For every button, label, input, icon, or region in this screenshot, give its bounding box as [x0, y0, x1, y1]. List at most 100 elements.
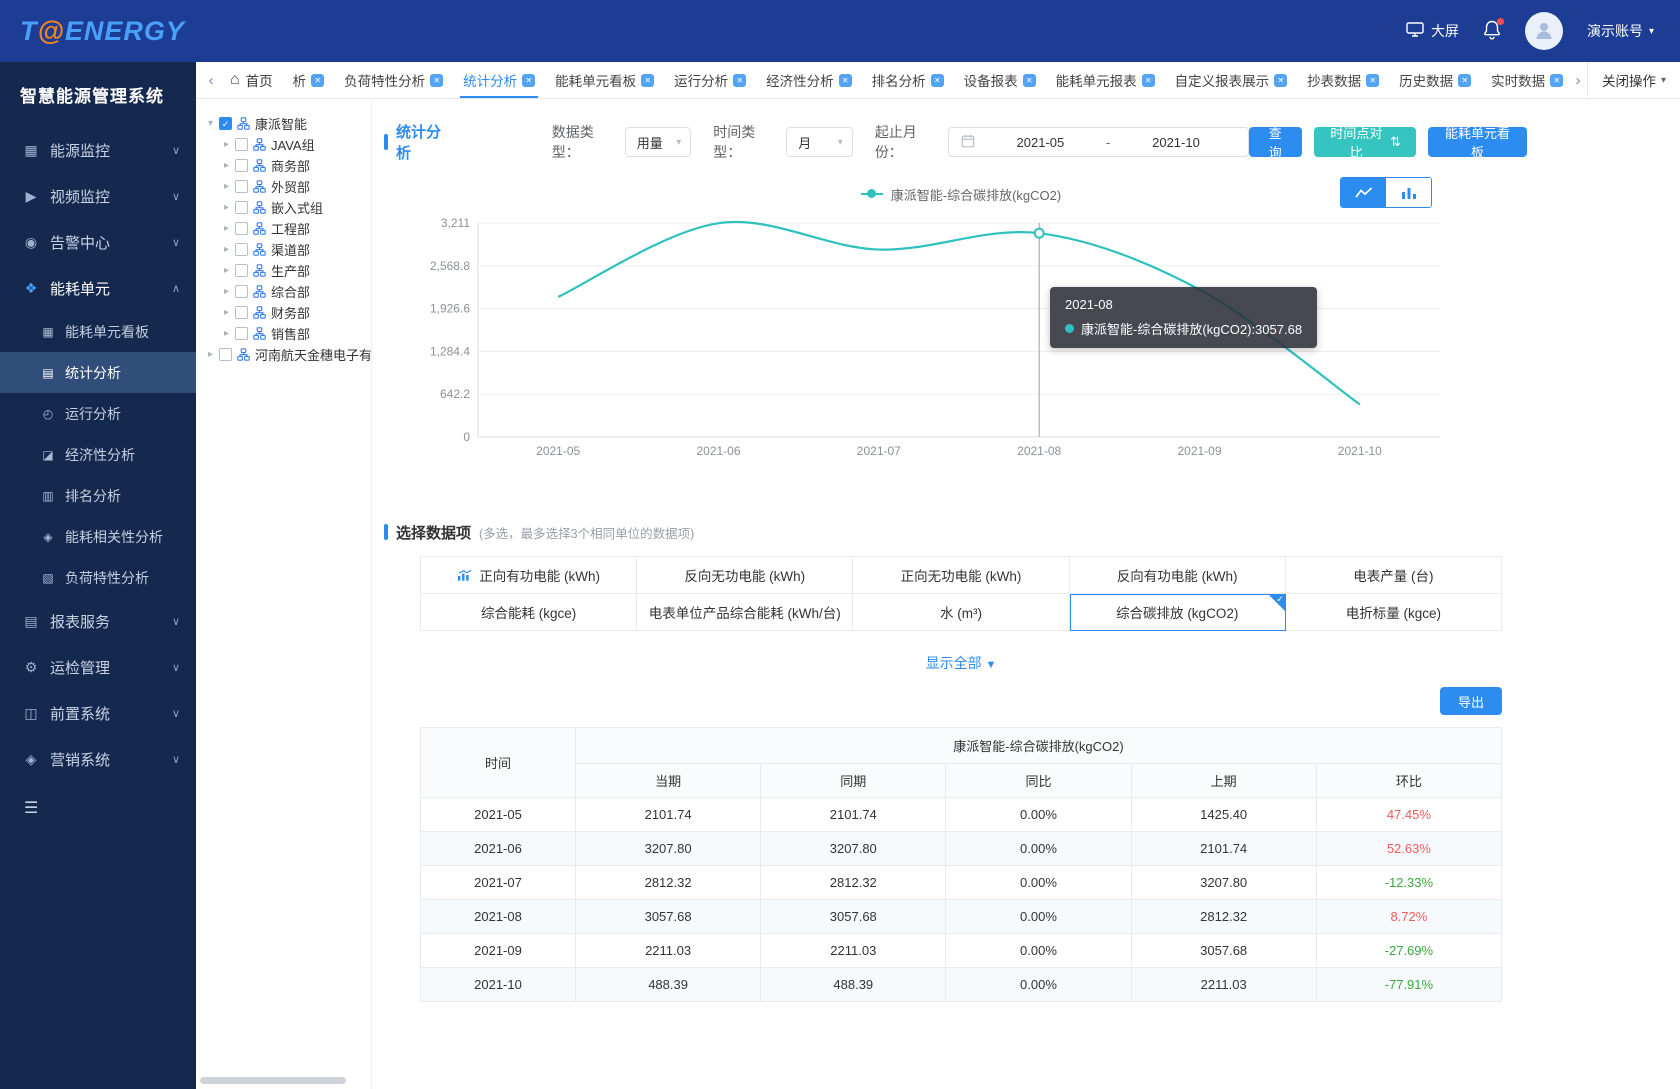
- tree-checkbox[interactable]: [235, 201, 248, 214]
- line-chart-button[interactable]: [1341, 178, 1386, 207]
- sidebar-subitem-stat-analysis[interactable]: ▤ 统计分析: [0, 352, 196, 393]
- tree-checkbox[interactable]: [235, 180, 248, 193]
- sidebar-item-front-system[interactable]: ◫ 前置系统 ∨: [0, 690, 196, 736]
- close-icon[interactable]: ✕: [430, 74, 443, 87]
- tab-custom-report[interactable]: 自定义报表展示 ✕: [1165, 62, 1298, 98]
- close-icon[interactable]: ✕: [931, 74, 944, 87]
- close-icon[interactable]: ✕: [1458, 74, 1471, 87]
- tree-node[interactable]: ▸ 渠道部: [204, 239, 371, 260]
- data-item-3[interactable]: 反向有功电能 (kWh): [1070, 557, 1286, 594]
- sidebar-subitem-run-analysis[interactable]: ◴ 运行分析: [0, 393, 196, 434]
- month-range-picker[interactable]: 2021-05 - 2021-10: [948, 127, 1249, 157]
- tree-caret-icon[interactable]: ▸: [204, 349, 217, 360]
- tree-checkbox[interactable]: ✓: [219, 117, 232, 130]
- tree-caret-icon[interactable]: ▸: [220, 181, 233, 192]
- data-item-0[interactable]: 正向有功电能 (kWh): [421, 557, 637, 594]
- tab-partial-left[interactable]: 析 ✕: [283, 62, 335, 98]
- tree-checkbox[interactable]: [235, 159, 248, 172]
- time-type-select[interactable]: 月 ▾: [786, 127, 853, 157]
- sidebar-subitem-unit-board[interactable]: ▦ 能耗单元看板: [0, 311, 196, 352]
- tree-node[interactable]: ▾ ✓ 康派智能: [204, 113, 371, 134]
- query-button[interactable]: 查询: [1249, 127, 1302, 157]
- tree-caret-icon[interactable]: ▸: [220, 160, 233, 171]
- sidebar-item-energy-unit[interactable]: ❖ 能耗单元 ∧: [0, 265, 196, 311]
- line-chart[interactable]: 0642.21,284.41,926.62,568.83,2112021-052…: [420, 211, 1502, 463]
- tree-caret-icon[interactable]: ▸: [220, 202, 233, 213]
- tree-caret-icon[interactable]: ▸: [220, 307, 233, 318]
- data-item-2[interactable]: 正向无功电能 (kWh): [853, 557, 1069, 594]
- tree-checkbox[interactable]: [235, 327, 248, 340]
- tree-caret-icon[interactable]: ▾: [204, 118, 217, 129]
- tree-node[interactable]: ▸ JAVA组: [204, 134, 371, 155]
- tab-meter-data[interactable]: 抄表数据 ✕: [1297, 62, 1389, 98]
- tree-caret-icon[interactable]: ▸: [220, 328, 233, 339]
- tree-caret-icon[interactable]: ▸: [220, 223, 233, 234]
- close-icon[interactable]: ✕: [1023, 74, 1036, 87]
- data-item-1[interactable]: 反向无功电能 (kWh): [637, 557, 853, 594]
- tabs-scroll-right-icon[interactable]: ›: [1569, 72, 1587, 89]
- tab-run-analysis[interactable]: 运行分析 ✕: [664, 62, 756, 98]
- sidebar-item-alarm-center[interactable]: ◉ 告警中心 ∨: [0, 219, 196, 265]
- show-all-toggle[interactable]: 显示全部 ▼: [420, 653, 1502, 673]
- close-icon[interactable]: ✕: [1274, 74, 1287, 87]
- sidebar-item-inspection[interactable]: ⚙ 运检管理 ∨: [0, 644, 196, 690]
- tabs-scroll-left-icon[interactable]: ‹: [202, 72, 220, 89]
- tab-history-data[interactable]: 历史数据 ✕: [1389, 62, 1481, 98]
- close-icon[interactable]: ✕: [1550, 74, 1563, 87]
- range-end-value[interactable]: 2021-10: [1116, 135, 1235, 150]
- sidebar-subitem-load-analysis[interactable]: ▧ 负荷特性分析: [0, 557, 196, 598]
- close-operations-menu[interactable]: 关闭操作 ▾: [1587, 62, 1680, 98]
- tree-checkbox[interactable]: [235, 243, 248, 256]
- close-icon[interactable]: ✕: [522, 74, 535, 87]
- export-button[interactable]: 导出: [1440, 687, 1502, 715]
- data-item-5[interactable]: 综合能耗 (kgce): [421, 594, 637, 631]
- tree-checkbox[interactable]: [235, 306, 248, 319]
- tab-unit-report[interactable]: 能耗单元报表 ✕: [1046, 62, 1165, 98]
- close-icon[interactable]: ✕: [641, 74, 654, 87]
- close-icon[interactable]: ✕: [311, 74, 324, 87]
- tab-device-report[interactable]: 设备报表 ✕: [954, 62, 1046, 98]
- tab-ranking-analysis[interactable]: 排名分析 ✕: [862, 62, 954, 98]
- close-icon[interactable]: ✕: [1142, 74, 1155, 87]
- tree-node[interactable]: ▸ 财务部: [204, 302, 371, 323]
- tab-stat-analysis[interactable]: 统计分析 ✕: [453, 62, 545, 98]
- unit-board-button[interactable]: 能耗单元看板: [1428, 127, 1527, 157]
- tab-load-analysis[interactable]: 负荷特性分析 ✕: [334, 62, 453, 98]
- close-icon[interactable]: ✕: [733, 74, 746, 87]
- notification-bell[interactable]: [1483, 20, 1501, 43]
- tree-node[interactable]: ▸ 嵌入式组: [204, 197, 371, 218]
- tree-node[interactable]: ▸ 河南航天金穗电子有: [204, 344, 371, 365]
- data-type-select[interactable]: 用量 ▾: [625, 127, 692, 157]
- tree-node[interactable]: ▸ 工程部: [204, 218, 371, 239]
- big-screen-button[interactable]: 大屏: [1406, 21, 1459, 41]
- tree-checkbox[interactable]: [235, 264, 248, 277]
- data-item-9[interactable]: 电折标量 (kgce): [1286, 594, 1502, 631]
- tree-horizontal-scrollbar[interactable]: [200, 1077, 346, 1084]
- close-icon[interactable]: ✕: [1366, 74, 1379, 87]
- data-item-7[interactable]: 水 (m³): [853, 594, 1069, 631]
- tree-node[interactable]: ▸ 销售部: [204, 323, 371, 344]
- tab-realtime-data[interactable]: 实时数据 ✕: [1481, 62, 1569, 98]
- tab-home[interactable]: ⌂ 首页: [220, 70, 283, 90]
- tree-caret-icon[interactable]: ▸: [220, 286, 233, 297]
- bar-chart-button[interactable]: [1386, 178, 1431, 207]
- tree-checkbox[interactable]: [235, 138, 248, 151]
- sidebar-collapse-button[interactable]: ☰: [0, 782, 196, 818]
- sidebar-item-marketing[interactable]: ◈ 营销系统 ∨: [0, 736, 196, 782]
- data-item-6[interactable]: 电表单位产品综合能耗 (kWh/台): [637, 594, 853, 631]
- data-item-8[interactable]: 综合碳排放 (kgCO2) ✓: [1070, 594, 1286, 631]
- tree-node[interactable]: ▸ 综合部: [204, 281, 371, 302]
- avatar[interactable]: [1525, 12, 1563, 50]
- tree-node[interactable]: ▸ 外贸部: [204, 176, 371, 197]
- time-compare-button[interactable]: 时间点对比 ⇅: [1314, 127, 1416, 157]
- data-item-4[interactable]: 电表产量 (台): [1286, 557, 1502, 594]
- tree-node[interactable]: ▸ 商务部: [204, 155, 371, 176]
- tab-unit-board[interactable]: 能耗单元看板 ✕: [545, 62, 664, 98]
- legend-label[interactable]: 康派智能-综合碳排放(kgCO2): [891, 185, 1061, 204]
- close-icon[interactable]: ✕: [839, 74, 852, 87]
- tree-node[interactable]: ▸ 生产部: [204, 260, 371, 281]
- sidebar-item-energy-monitor[interactable]: ▦ 能源监控 ∨: [0, 127, 196, 173]
- sidebar-subitem-correlation-analysis[interactable]: ◈ 能耗相关性分析: [0, 516, 196, 557]
- sidebar-subitem-economic-analysis[interactable]: ◪ 经济性分析: [0, 434, 196, 475]
- sidebar-item-report-service[interactable]: ▤ 报表服务 ∨: [0, 598, 196, 644]
